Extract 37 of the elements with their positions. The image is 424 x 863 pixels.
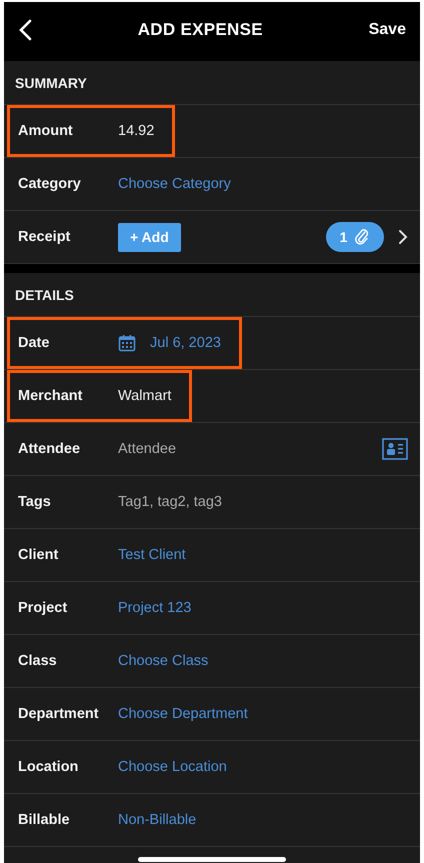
field-value[interactable]: Non-Billable xyxy=(118,812,196,828)
field-value[interactable]: Test Client xyxy=(118,547,186,563)
save-button[interactable]: Save xyxy=(368,21,406,39)
field-value[interactable]: Choose Category xyxy=(118,176,231,192)
field-value[interactable]: Choose Department xyxy=(118,706,248,722)
field-label: Date xyxy=(18,335,50,351)
field-label: Receipt xyxy=(18,229,72,245)
field-label: Category xyxy=(18,176,82,192)
back-button[interactable] xyxy=(18,19,32,41)
field-label: Department xyxy=(18,706,100,722)
field-value[interactable]: Choose Location xyxy=(118,759,227,775)
chevron-right-icon[interactable] xyxy=(398,229,408,245)
field-label: Tags xyxy=(18,494,52,510)
screen-title: ADD EXPENSE xyxy=(138,20,263,40)
field-label: Class xyxy=(18,653,58,669)
contact-card-icon[interactable] xyxy=(382,438,408,460)
back-icon xyxy=(18,19,32,41)
section-title: DETAILS xyxy=(15,286,74,302)
section-title: SUMMARY xyxy=(15,74,87,90)
field-label: Amount xyxy=(18,123,74,139)
field-label: Client xyxy=(18,547,60,563)
field-value[interactable]: Walmart xyxy=(118,388,172,404)
attachment-count-button[interactable]: 1 xyxy=(326,222,384,252)
field-label: Merchant xyxy=(18,388,84,404)
date-value[interactable]: Jul 6, 2023 xyxy=(150,335,221,351)
calendar-icon xyxy=(118,334,136,352)
field-value[interactable]: 14.92 xyxy=(118,123,154,139)
field-value[interactable]: Choose Class xyxy=(118,653,208,669)
field-label: Location xyxy=(18,759,80,775)
input-field[interactable]: Attendee xyxy=(118,441,176,457)
add-receipt-button[interactable]: + Add xyxy=(118,222,181,252)
field-label: Project xyxy=(18,600,68,616)
input-field[interactable]: Tag1, tag2, tag3 xyxy=(118,494,222,510)
field-value[interactable]: Project 123 xyxy=(118,600,192,616)
field-label: Billable xyxy=(18,812,71,828)
field-label: Attendee xyxy=(18,441,82,457)
paperclip-icon xyxy=(354,228,370,246)
